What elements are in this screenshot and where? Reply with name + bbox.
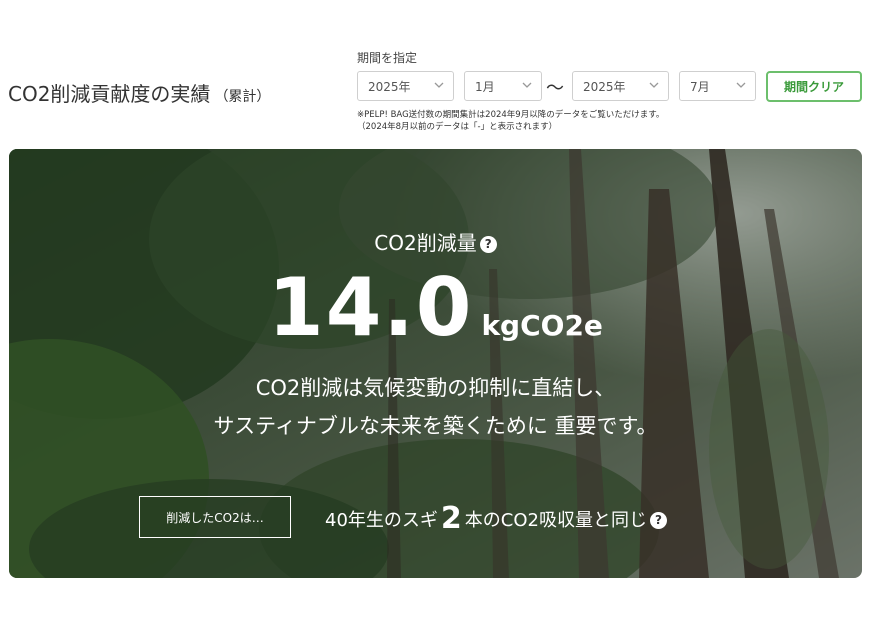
- period-note: ※PELP! BAG送付数の期間集計は2024年9月以降のデータをご覧いただけま…: [357, 109, 664, 133]
- help-icon[interactable]: ?: [649, 512, 667, 529]
- chevron-down-icon: [522, 82, 532, 88]
- page-title: CO2削減貢献度の実績 （累計）: [8, 78, 270, 107]
- co2-reduction-label-text: CO2削減量: [374, 231, 477, 255]
- chevron-down-icon: [434, 82, 444, 88]
- start-month-value: 1月: [475, 79, 495, 94]
- chevron-down-icon: [649, 82, 659, 88]
- period-note-line2: （2024年8月以前のデータは「-」と表示されます）: [357, 122, 558, 132]
- hero-message-line1: CO2削減は気候変動の抑制に直結し、: [255, 376, 616, 400]
- chevron-down-icon: [736, 82, 746, 88]
- start-year-value: 2025年: [368, 79, 411, 94]
- page-title-text: CO2削減貢献度の実績: [8, 82, 211, 106]
- co2-reduction-value: 14.0: [268, 261, 474, 354]
- end-month-select[interactable]: 7月: [679, 71, 756, 101]
- cedar-count: 2: [440, 501, 462, 536]
- page-title-suffix: （累計）: [214, 89, 271, 105]
- period-note-line1: ※PELP! BAG送付数の期間集計は2024年9月以降のデータをご覧いただけま…: [357, 110, 665, 120]
- period-separator: 〜: [546, 78, 564, 99]
- co2-reduction-unit: kgCO2e: [481, 309, 603, 342]
- co2-reduction-value-row: 14.0 kgCO2e: [9, 261, 862, 354]
- clear-period-button[interactable]: 期間クリア: [766, 71, 862, 102]
- co2-reduction-label: CO2削減量?: [9, 227, 862, 256]
- period-label: 期間を指定: [357, 51, 418, 65]
- hero-message: CO2削減は気候変動の抑制に直結し、 サスティナブルな未来を築くために 重要です…: [9, 369, 862, 445]
- co2-hero-panel: CO2削減量? 14.0 kgCO2e CO2削減は気候変動の抑制に直結し、 サス…: [9, 149, 862, 578]
- end-year-select[interactable]: 2025年: [572, 71, 669, 101]
- help-icon[interactable]: ?: [479, 236, 497, 253]
- end-year-value: 2025年: [583, 79, 626, 94]
- cedar-equivalent-prefix: 40年生のスギ: [325, 510, 438, 531]
- reduced-co2-button[interactable]: 削減したCO2は…: [139, 496, 291, 538]
- end-month-value: 7月: [690, 79, 710, 94]
- start-year-select[interactable]: 2025年: [357, 71, 454, 101]
- cedar-equivalent-suffix: 本のCO2吸収量と同じ: [464, 510, 647, 531]
- start-month-select[interactable]: 1月: [464, 71, 542, 101]
- cedar-equivalent: 40年生のスギ 2 本のCO2吸収量と同じ?: [325, 501, 667, 536]
- hero-message-line2: サスティナブルな未来を築くために 重要です。: [213, 414, 658, 438]
